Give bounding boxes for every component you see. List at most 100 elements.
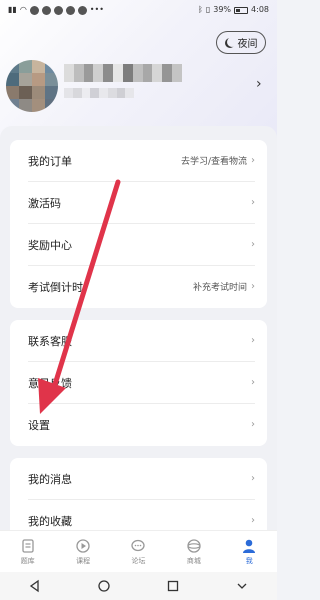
mosaic-tile (93, 64, 104, 82)
tab-label: 课程 (76, 556, 91, 565)
app-notification-icon (41, 5, 51, 15)
mosaic-tile (90, 88, 99, 98)
tab-forum[interactable]: 论坛 (113, 538, 163, 566)
mosaic-tile (125, 88, 134, 98)
question-bank-icon (22, 538, 34, 553)
chevron-right-icon: › (251, 155, 255, 166)
night-mode-button[interactable]: 夜间 (216, 31, 266, 54)
mosaic-tile (122, 64, 133, 82)
tab-label: 我 (245, 556, 253, 565)
battery-icon (234, 6, 249, 14)
avatar[interactable] (6, 60, 58, 112)
back-icon[interactable] (28, 579, 42, 593)
mosaic-tile (72, 88, 82, 98)
signal-icon: ▮▮ (8, 5, 17, 14)
mosaic-tile (103, 64, 114, 82)
mosaic-tile (113, 64, 123, 82)
username-redacted (64, 64, 182, 82)
app-notification-icon (65, 5, 75, 15)
tab-label: 题库 (20, 556, 35, 565)
system-navigation-bar (0, 572, 277, 600)
recents-icon[interactable] (166, 579, 180, 593)
mosaic-tile (6, 86, 19, 99)
vibrate-icon: ▯ (205, 5, 211, 14)
course-icon (76, 538, 90, 553)
menu-item-feedback[interactable]: 意见反馈 › (10, 362, 267, 403)
menu-item-label: 设置 (28, 418, 50, 432)
status-icons-right: ᛒ ▯ 39% 4:08 (198, 5, 269, 15)
battery-percent: 39% (213, 5, 232, 14)
menu-item-label: 我的消息 (28, 472, 72, 486)
mosaic-tile (73, 64, 84, 82)
mosaic-tile (19, 60, 32, 73)
menu-item-label: 激活码 (28, 196, 61, 210)
profile-chevron-icon[interactable]: › (256, 76, 262, 92)
mosaic-tile (99, 88, 108, 98)
tab-profile[interactable]: 我 (224, 538, 274, 566)
menu-item-settings[interactable]: 设置 › (10, 404, 267, 445)
chevron-right-icon: › (251, 281, 255, 292)
mosaic-tile (32, 86, 45, 99)
chevron-right-icon: › (251, 377, 255, 388)
mosaic-tile (64, 88, 73, 98)
mosaic-tile (19, 86, 32, 99)
shop-icon (187, 538, 201, 553)
app-notification-icon (29, 5, 39, 15)
tab-course[interactable]: 课程 (58, 538, 108, 566)
mosaic-tile (152, 64, 163, 82)
mosaic-tile (172, 64, 182, 82)
more-icon: ••• (89, 5, 104, 14)
menu-item-label: 我的收藏 (28, 514, 72, 528)
bluetooth-icon: ᛒ (198, 5, 203, 14)
menu-item-activation-code[interactable]: 激活码 › (10, 182, 267, 223)
bottom-tab-bar: 题库 课程 论坛 商城 我 (0, 530, 277, 572)
tab-shop[interactable]: 商城 (169, 538, 219, 566)
menu-item-value: 补充考试时间 (192, 283, 247, 293)
mosaic-tile (162, 64, 173, 82)
mosaic-tile (132, 64, 143, 82)
mosaic-tile (107, 88, 117, 98)
mosaic-tile (19, 73, 32, 86)
menu-item-contact-support[interactable]: 联系客服 › (10, 320, 267, 361)
chevron-right-icon: › (251, 473, 255, 484)
mosaic-tile (83, 64, 94, 82)
menu-item-label: 奖励中心 (28, 238, 72, 252)
app-notification-icon (77, 5, 87, 15)
chevron-right-icon: › (251, 419, 255, 430)
tab-label: 论坛 (131, 556, 146, 565)
night-mode-label: 夜间 (237, 39, 258, 50)
status-bar: ▮▮ ◠ ••• ᛒ ▯ 39% 4:08 (0, 0, 277, 22)
user-subtitle-redacted (64, 88, 134, 98)
mosaic-tile (6, 73, 19, 86)
profile-icon (243, 539, 256, 553)
menu-item-label: 考试倒计时 (28, 280, 83, 294)
menu-item-label: 我的订单 (28, 154, 72, 168)
status-icons-left: ▮▮ ◠ ••• (8, 5, 104, 15)
tab-question-bank[interactable]: 题库 (3, 538, 53, 566)
menu-item-exam-countdown[interactable]: 考试倒计时 补充考试时间 › (10, 266, 267, 307)
mosaic-tile (32, 73, 45, 86)
menu-item-label: 联系客服 (28, 334, 72, 348)
content-sheet: 我的订单 去学习/查看物流 › 激活码 › 奖励中心 › 考试倒计时 补充考试时间… (0, 126, 277, 542)
menu-group-support: 联系客服 › 意见反馈 › 设置 › (10, 320, 267, 446)
forum-icon (131, 539, 146, 551)
menu-item-reward-center[interactable]: 奖励中心 › (10, 224, 267, 265)
chevron-right-icon: › (251, 197, 255, 208)
chevron-right-icon: › (251, 239, 255, 250)
clock: 4:08 (251, 5, 269, 14)
mosaic-tile (142, 64, 153, 82)
moon-icon (227, 37, 237, 47)
mosaic-tile (116, 88, 126, 98)
menu-item-value: 去学习/查看物流 (180, 157, 247, 167)
chevron-right-icon: › (251, 515, 255, 526)
tab-label: 商城 (186, 556, 201, 565)
menu-group-account: 我的订单 去学习/查看物流 › 激活码 › 奖励中心 › 考试倒计时 补充考试时间… (10, 140, 267, 308)
menu-item-my-orders[interactable]: 我的订单 去学习/查看物流 › (10, 140, 267, 181)
mosaic-tile (64, 64, 74, 82)
keyboard-hide-icon[interactable] (235, 579, 249, 593)
wifi-icon: ◠ (19, 5, 27, 14)
home-icon[interactable] (97, 579, 111, 593)
app-notification-icon (53, 5, 63, 15)
menu-item-my-messages[interactable]: 我的消息 › (10, 458, 267, 499)
mosaic-tile (32, 60, 45, 73)
